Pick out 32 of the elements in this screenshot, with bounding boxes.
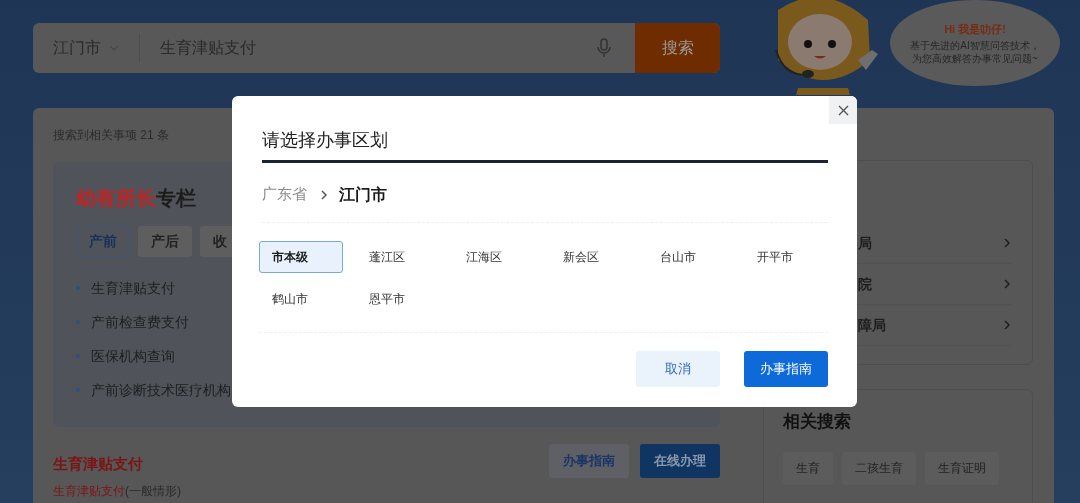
result-link[interactable]: 生育津贴支付 [53, 481, 125, 500]
greeting-text: Hi 我是叻仔! [944, 21, 1006, 37]
category-tab[interactable]: 产后 [138, 226, 192, 257]
region-option[interactable]: 新会区 [550, 241, 634, 273]
result-title[interactable]: 生育津贴支付 [53, 453, 181, 476]
dialog-button[interactable]: 办事指南 [744, 351, 828, 387]
service-link[interactable]: 医保机构查询 [91, 345, 175, 367]
dialog-title: 请选择办事区划 [262, 127, 828, 163]
service-link[interactable]: 生育津贴支付 [91, 277, 175, 299]
result-action-button[interactable]: 办事指南 [549, 444, 629, 478]
chevron-right-icon [1002, 238, 1010, 248]
category-tab[interactable]: 产前 [76, 226, 130, 257]
chevron-right-icon [319, 189, 327, 200]
region-option[interactable]: 鹤山市 [259, 283, 343, 315]
column-title: 幼有所长专栏 [76, 186, 196, 211]
search-button[interactable]: 搜索 [635, 23, 720, 73]
region-option[interactable]: 市本级 [259, 241, 343, 273]
region-option[interactable]: 恩平市 [356, 283, 440, 315]
close-icon [837, 104, 849, 116]
chevron-right-icon [1002, 279, 1010, 289]
region-option[interactable]: 江海区 [453, 241, 537, 273]
result-action-button[interactable]: 在线办理 [640, 444, 720, 478]
service-link[interactable]: 产前检查费支付 [91, 311, 189, 333]
service-link[interactable]: 产前诊断技术医疗机构 [91, 379, 231, 401]
close-button[interactable] [829, 96, 857, 124]
related-search-title: 相关搜索 [783, 411, 852, 433]
breadcrumb-item[interactable]: 广东省 [262, 183, 307, 206]
region-option[interactable]: 蓬江区 [356, 241, 440, 273]
chevron-right-icon [1002, 320, 1010, 330]
dialog-button[interactable]: 取消 [636, 351, 720, 387]
breadcrumb-item[interactable]: 江门市 [339, 182, 387, 207]
region-option[interactable]: 台山市 [647, 241, 731, 273]
